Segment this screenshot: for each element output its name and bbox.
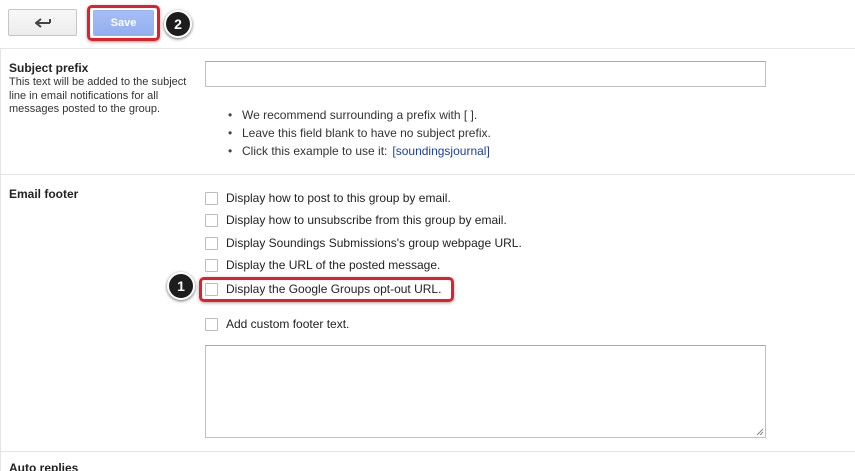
checkbox-label: Display Soundings Submissions's group we… [226,236,522,250]
save-button[interactable]: Save [93,10,154,36]
checkbox-label: Add custom footer text. [226,317,350,331]
checkbox[interactable] [205,213,218,227]
tip-item: We recommend surrounding a prefix with [… [228,106,491,124]
step-badge-2: 2 [164,10,192,38]
checkbox-label: Display the URL of the posted message. [226,258,441,272]
back-button[interactable] [8,9,77,36]
checkbox[interactable] [205,258,218,272]
tip-item: Leave this field blank to have no subjec… [228,124,491,142]
subject-prefix-tips: We recommend surrounding a prefix with [… [228,106,491,160]
subject-prefix-input[interactable] [205,61,766,87]
subject-prefix-description: This text will be added to the subject l… [9,76,187,115]
tip-item: Click this example to use it:[soundingsj… [228,142,491,160]
footer-option-unsubscribe-by-email[interactable]: Display how to unsubscribe from this gro… [205,212,507,228]
opt-out-highlight [199,277,454,302]
save-button-highlight: Save [87,5,160,41]
toolbar: Save 2 [0,0,855,48]
checkbox-label: Display how to post to this group by ema… [226,191,451,205]
auto-replies-title: Auto replies [9,461,79,471]
back-arrow-icon [34,17,51,28]
example-prefix-link[interactable]: [soundingsjournal] [392,144,489,158]
subject-prefix-title: Subject prefix [9,61,89,75]
divider [0,451,855,452]
checkbox-label: Display how to unsubscribe from this gro… [226,213,507,227]
divider [0,174,855,175]
footer-option-custom-text[interactable]: Add custom footer text. [205,316,349,332]
resize-grip-icon[interactable] [755,427,764,436]
divider [0,48,855,49]
custom-footer-textarea[interactable] [205,345,766,438]
footer-option-post-by-email[interactable]: Display how to post to this group by ema… [205,190,451,206]
step-badge-1: 1 [167,272,195,300]
footer-option-group-webpage-url[interactable]: Display Soundings Submissions's group we… [205,235,522,251]
checkbox[interactable] [205,317,218,331]
footer-option-posted-message-url[interactable]: Display the URL of the posted message. [205,257,440,273]
email-footer-title: Email footer [9,187,79,201]
checkbox[interactable] [205,191,218,205]
checkbox[interactable] [205,236,218,250]
left-border [0,48,1,471]
